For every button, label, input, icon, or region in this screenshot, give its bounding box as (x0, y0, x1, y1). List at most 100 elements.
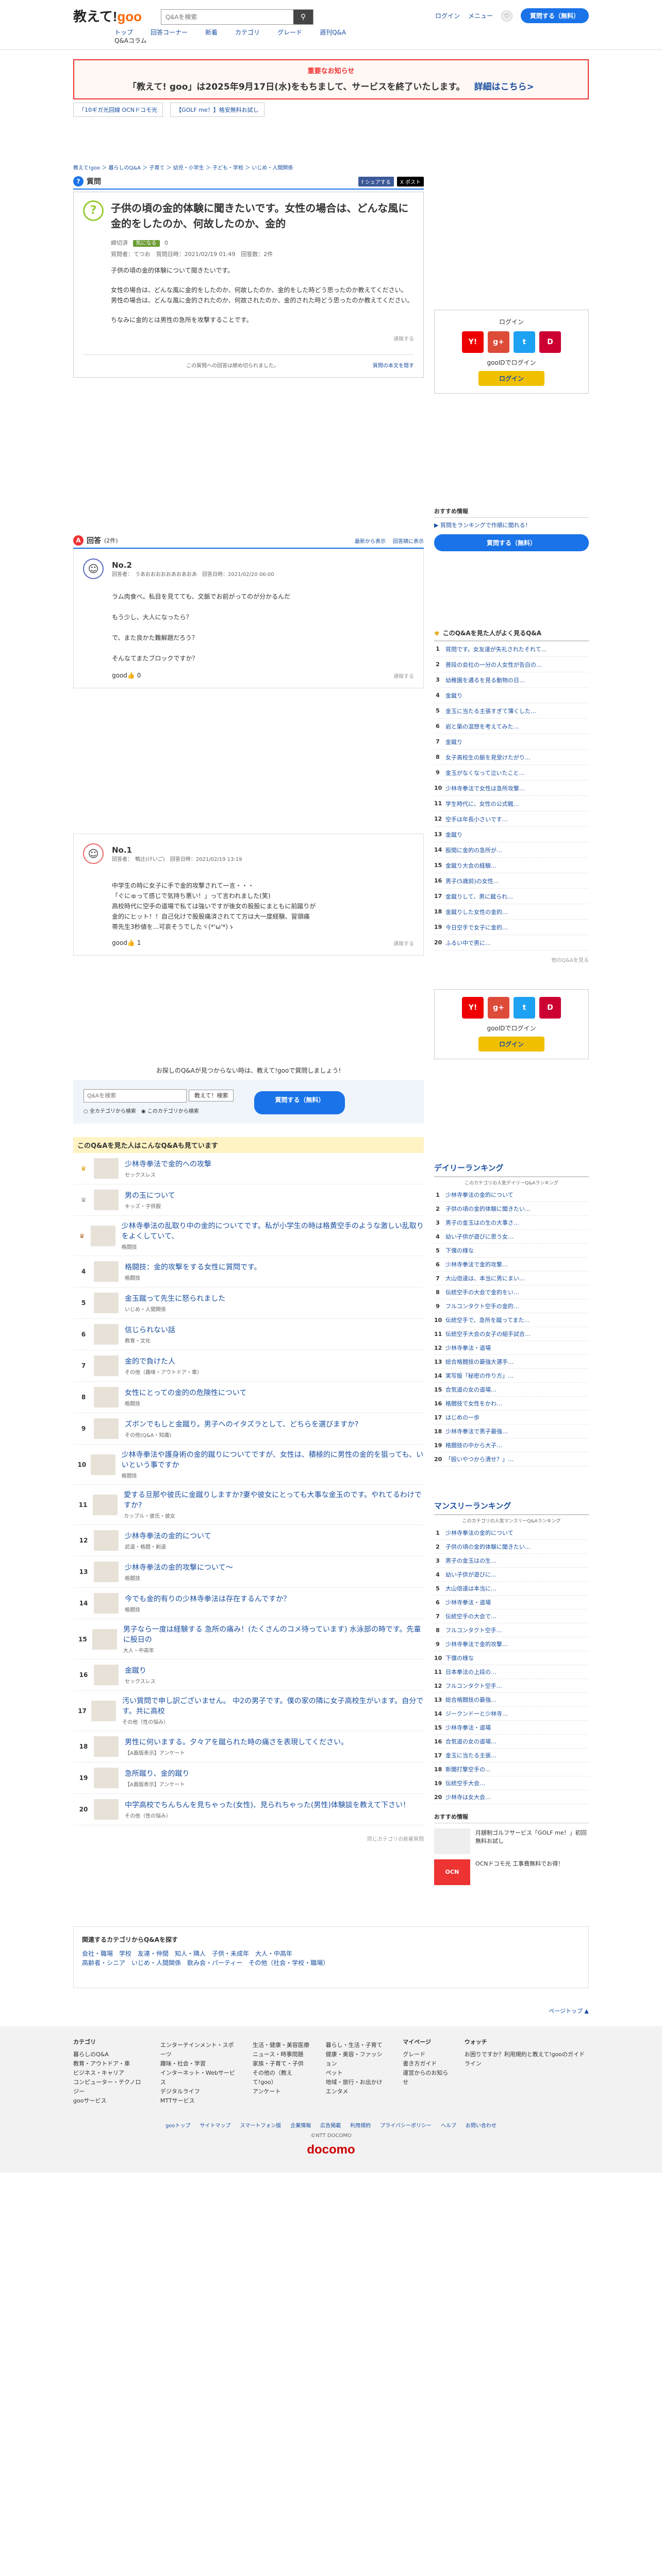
footer-link[interactable]: ペット (326, 2069, 388, 2078)
footer-link[interactable]: 書き方ガイド (403, 2059, 449, 2069)
item-title[interactable]: 格闘技：金的攻撃をする女性に質問です。 (125, 1262, 261, 1273)
nav-item[interactable]: 新着 (205, 28, 218, 37)
ranking-item[interactable]: 5 大山倍達は本当に… (434, 1582, 589, 1596)
ranking-item[interactable]: 16 男子(5歳前)の女性… (434, 873, 589, 889)
x-post-button[interactable]: X ポスト (396, 176, 424, 187)
recommend-item[interactable]: OCN OCNドコモ光 工事費無料でお得！ (434, 1859, 589, 1885)
nav-item[interactable]: カテゴリ (235, 28, 260, 37)
google-login-icon[interactable]: g+ (488, 997, 509, 1019)
ranking-item[interactable]: 18 少林寺拳法で男子最強… (434, 1425, 589, 1438)
promo-link[interactable]: ▶ 質問をランキングで作順に閲れる！ (434, 521, 589, 529)
footer-link[interactable]: 生活・健康・美容医療 (253, 2041, 310, 2050)
footer-link[interactable]: ニュース・時事問題 (253, 2050, 310, 2059)
item-title[interactable]: 汚い質問で申し訳ございません。 中2の男子です。僕の家の隣に女子高校生がいます。… (122, 1696, 424, 1717)
ranking-item[interactable]: 17 金蹴りして、男に蹴られ… (434, 889, 589, 904)
ranking-item[interactable]: 2 普段の会社の一分の人女性が告白の… (434, 657, 589, 672)
watch-badge[interactable]: 気になる (133, 240, 160, 247)
ranking-item[interactable]: 7 大山倍達は、本当に男にまい… (434, 1272, 589, 1285)
ranking-item[interactable]: 20 「殴いやつから潰せ？」… (434, 1452, 589, 1466)
rank-title[interactable]: 男子の金玉はの生の大事さ… (445, 1218, 519, 1227)
rank-title[interactable]: 少林寺拳法で金的攻撃… (445, 1260, 508, 1268)
radio-category[interactable]: ◉ このカテゴリから検索 (141, 1109, 199, 1114)
ranking-item[interactable]: 5 金玉に当たる主張すぎて薄くした… (434, 703, 589, 719)
rank-title[interactable]: 少林寺拳法の金的について (445, 1529, 514, 1537)
footer-link[interactable]: 運営からのお知らせ (403, 2069, 449, 2087)
ranking-item[interactable]: 2 子供の頃の金的体験に聞きたい… (434, 1202, 589, 1216)
footer-link[interactable]: スマートフォン版 (240, 2121, 282, 2129)
item-title[interactable]: 金的で負けた人 (125, 1357, 202, 1367)
item-title[interactable]: 少林寺拳法や護身術の金的蹴りについてですが、女性は、積極的に男性の金的を狙っても… (122, 1450, 424, 1470)
nav-column-link[interactable]: Q&Aコラム (114, 36, 147, 45)
ranking-item[interactable]: 16 合気道の女の道場… (434, 1735, 589, 1749)
ranking-item[interactable]: 20 少林寺は女大会… (434, 1790, 589, 1804)
footer-link[interactable]: コンピューター・テクノロジー (73, 2078, 145, 2096)
yahoo-login-icon[interactable]: Y! (462, 997, 484, 1019)
footer-link[interactable]: サイトマップ (200, 2121, 231, 2129)
ranking-item[interactable]: 17 金玉に当たる主張… (434, 1749, 589, 1762)
list-item[interactable]: ♛ 少林寺拳法で金的への攻撃 セックスレス (73, 1153, 424, 1184)
ranking-item[interactable]: 19 今日空手で女子に金的… (434, 920, 589, 935)
rank-title[interactable]: 普段の会社の一分の人女性が告白の… (445, 660, 542, 669)
ranking-item[interactable]: 9 金玉がなくなって泣いたこと… (434, 765, 589, 781)
item-title[interactable]: 少林寺拳法の乱取り中の金的についてです。私が小学生の時は格黄空手のような激しい乱… (122, 1221, 424, 1242)
rank-title[interactable]: 伝統空手で、急所を蹴ってまた… (445, 1316, 529, 1324)
rank-title[interactable]: 実写版「秘密の作り方」… (445, 1371, 514, 1380)
docomo-login-icon[interactable]: D (539, 331, 561, 353)
nav-item[interactable]: 回答コーナー (151, 28, 188, 37)
item-title[interactable]: 中学高校でちんちんを見ちゃった(女性)、見られちゃった(男性)体験談を教えて下さ… (125, 1800, 410, 1810)
footer-link[interactable]: 地域・旅行・お出かけ (326, 2078, 388, 2087)
ranking-item[interactable]: 16 格闘技で女性をかわ… (434, 1397, 589, 1411)
rank-title[interactable]: 少林寺拳法・道場 (445, 1723, 491, 1732)
twitter-login-icon[interactable]: t (514, 997, 535, 1019)
rank-title[interactable]: 伝統空手の大会で… (445, 1612, 496, 1620)
footer-link[interactable]: 広告掲載 (320, 2121, 341, 2129)
footer-link[interactable]: お問い合わせ (466, 2121, 496, 2129)
ranking-item[interactable]: 3 男子の金玉はの生… (434, 1554, 589, 1568)
ranking-item[interactable]: 4 幼い子供が遊びに思う女… (434, 1230, 589, 1244)
site-logo[interactable]: 教えて!goo (73, 6, 142, 25)
rank-title[interactable]: 金玉に当たる主張… (445, 1751, 496, 1759)
recommend-item[interactable]: 月額制ゴルフサービス「GOLF me！」初回無料お試し (434, 1828, 589, 1854)
report-link[interactable]: 通報する (393, 672, 414, 680)
rank-title[interactable]: フルコンタクト空手の金的… (445, 1302, 519, 1310)
ranking-item[interactable]: 1 質問です。女友達が失礼されたそれて… (434, 641, 589, 657)
rank-title[interactable]: 大山倍達は、本当に男にまい… (445, 1274, 525, 1282)
ranking-item[interactable]: 4 幼い子供が遊びに… (434, 1568, 589, 1582)
ranking-item[interactable]: 12 少林寺拳法・道場 (434, 1341, 589, 1355)
footer-link[interactable]: gooサービス (73, 2096, 145, 2106)
sort-newest[interactable]: 最新から表示 (355, 537, 386, 545)
footer-link[interactable]: 家族・子育て・子供 (253, 2059, 310, 2069)
list-item[interactable]: ♛ 男の玉について キッズ・子供服 (73, 1184, 424, 1216)
ranking-item[interactable]: 9 フルコンタクト空手の金的… (434, 1299, 589, 1313)
ranking-item[interactable]: 1 少林寺拳法の金的について (434, 1526, 589, 1540)
list-item[interactable]: 13 少林寺拳法の金的攻撃について〜 格闘技 (73, 1556, 424, 1588)
rank-title[interactable]: 格闘技の中から大子… (445, 1441, 502, 1449)
list-item[interactable]: 12 少林寺拳法の金的について 武道・格闘・剣道 (73, 1525, 424, 1556)
rank-title[interactable]: 子供の頃の金的体験に聞きたい… (445, 1205, 531, 1213)
page-top-link[interactable]: ページトップ ▲ (73, 2007, 589, 2015)
login-button[interactable]: ログイン (478, 1037, 544, 1052)
item-title[interactable]: 金蹴り (125, 1666, 156, 1676)
rank-title[interactable]: 総合格闘技の最強大選手… (445, 1358, 514, 1366)
rank-title[interactable]: 日本拳法の上段の… (445, 1668, 496, 1676)
item-title[interactable]: 信じられない話 (125, 1325, 175, 1335)
footer-link[interactable]: インターネット・Webサービス (160, 2069, 237, 2087)
ask-question-button[interactable]: 質問する（無料） (434, 534, 589, 551)
ranking-item[interactable]: 15 金蹴り大会の経験… (434, 858, 589, 873)
rank-title[interactable]: フルコンタクト空手… (445, 1626, 502, 1634)
list-item[interactable]: 4 格闘技：金的攻撃をする女性に質問です。 格闘技 (73, 1256, 424, 1287)
item-title[interactable]: 男の玉について (125, 1191, 175, 1201)
ranking-item[interactable]: 6 少林寺拳法・道場 (434, 1596, 589, 1609)
item-title[interactable]: 少林寺拳法の金的攻撃について〜 (125, 1563, 233, 1573)
rank-title[interactable]: 格闘技で女性をかわ… (445, 1399, 502, 1408)
nav-item[interactable]: 週刊Q&A (320, 28, 346, 37)
google-login-icon[interactable]: g+ (488, 331, 509, 353)
ask-question-button[interactable]: 質問する（無料） (254, 1091, 345, 1114)
footer-link[interactable]: お困りですか？利用規約と教えて!gooのガイドライン (465, 2050, 589, 2069)
rank-title[interactable]: ふるい中で男に… (445, 939, 491, 947)
ranking-item[interactable]: 8 女子高校生の脈を見受けたがり… (434, 750, 589, 765)
list-item[interactable]: 10 少林寺拳法や護身術の金的蹴りについてですが、女性は、積極的に男性の金的を狙っ… (73, 1445, 424, 1485)
item-title[interactable]: 愛する旦那や彼氏に金蹴りしますか?妻や彼女にとっても大事な金玉のです。やれてるわ… (124, 1490, 424, 1511)
footer-link[interactable]: エンターテインメント・スポーツ (160, 2041, 237, 2059)
rank-title[interactable]: 子供の頃の金的体験に聞きたい… (445, 1543, 531, 1551)
